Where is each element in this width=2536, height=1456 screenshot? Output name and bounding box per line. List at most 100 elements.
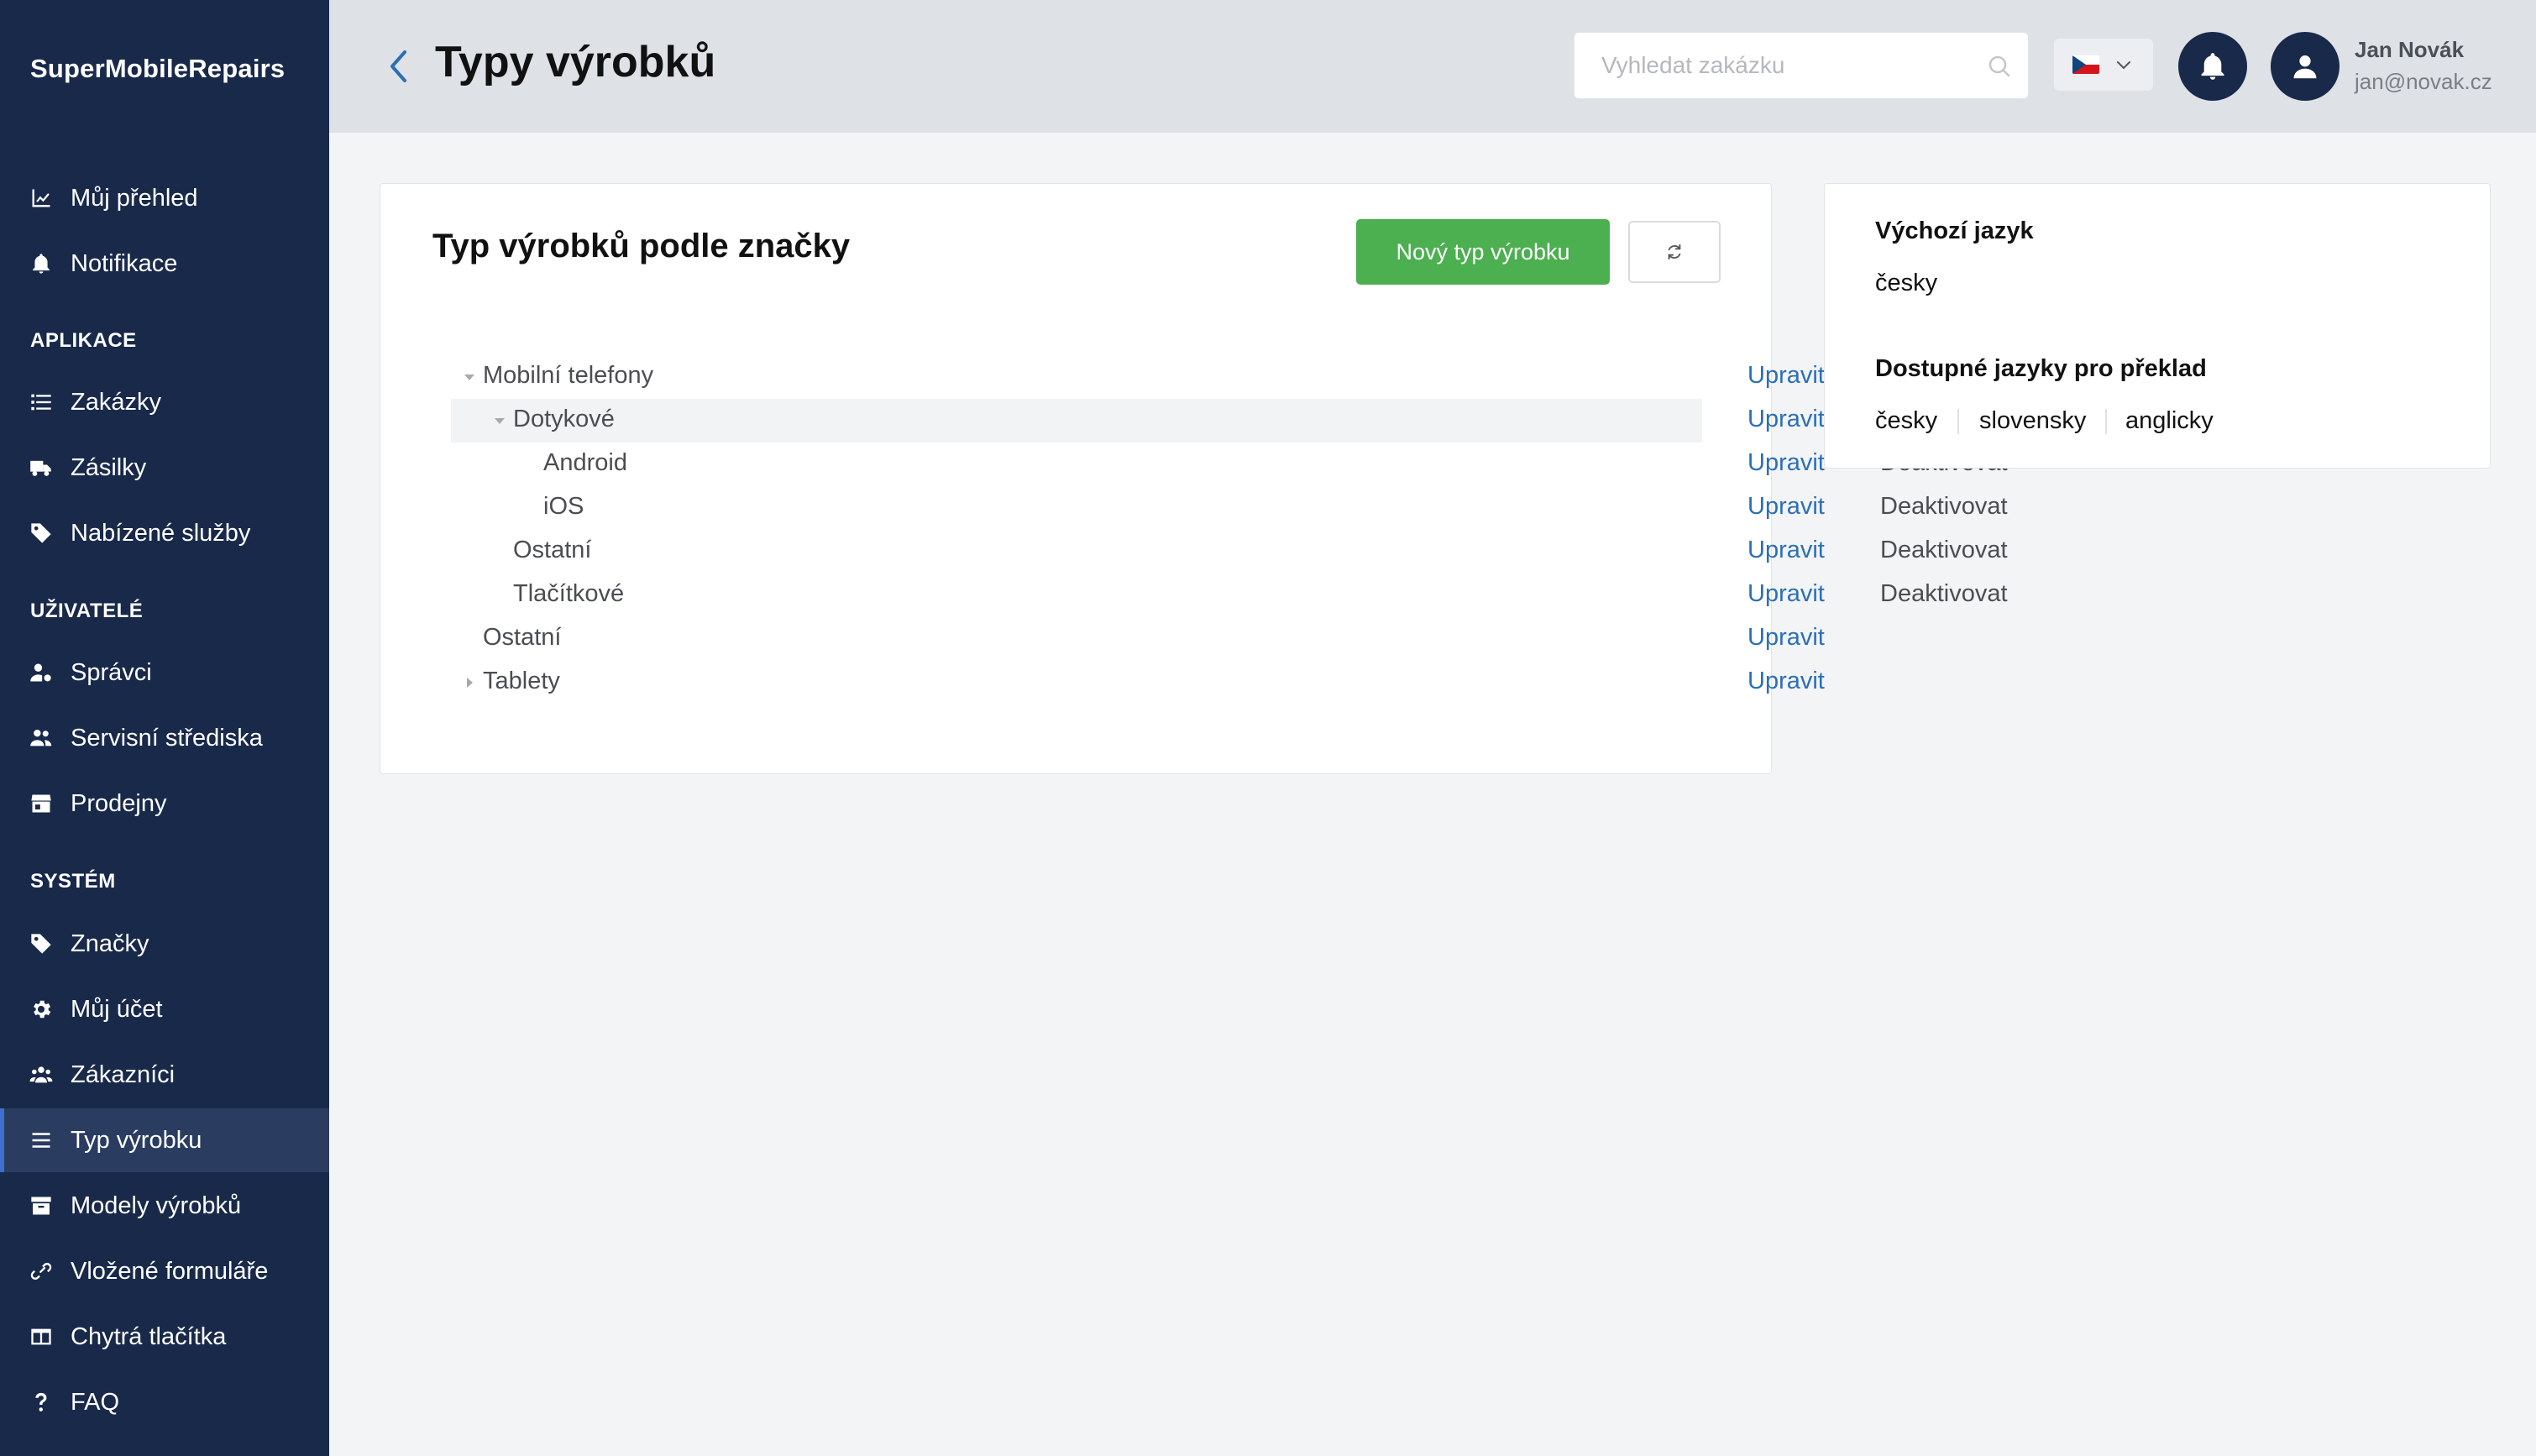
- search-box: [1574, 32, 2029, 99]
- sidebar-item-label: Typ výrobku: [71, 1126, 202, 1154]
- card-title: Typ výrobků podle značky: [432, 228, 851, 264]
- tree-row[interactable]: Ostatní: [451, 617, 1702, 661]
- available-languages-title: Dostupné jazyky pro překlad: [1875, 355, 2207, 382]
- refresh-button[interactable]: [1628, 221, 1721, 283]
- tree-row[interactable]: Android: [451, 443, 1702, 486]
- language-item: slovensky: [1979, 407, 2087, 434]
- edit-link[interactable]: Upravit: [1747, 580, 1825, 608]
- new-product-type-button[interactable]: Nový typ výrobku: [1356, 219, 1610, 285]
- user-avatar-button[interactable]: [2271, 32, 2340, 101]
- default-language-value: česky: [1875, 270, 1938, 296]
- sidebar-item-faq[interactable]: FAQ: [0, 1370, 329, 1434]
- edit-link[interactable]: Upravit: [1747, 493, 1825, 521]
- tree-row[interactable]: Tlačítkové: [451, 573, 1702, 617]
- languages-card: Výchozí jazyk česky Dostupné jazyky pro …: [1824, 183, 2491, 469]
- gear-icon: [29, 997, 54, 1022]
- product-types-card: Typ výrobků podle značky Nový typ výrobk…: [380, 183, 2008, 774]
- edit-link[interactable]: Upravit: [1747, 406, 1825, 433]
- sidebar-item-label: Zásilky: [71, 453, 147, 481]
- sidebar-item-typ-vyrobku[interactable]: Typ výrobku: [0, 1108, 329, 1172]
- sidebar-item-label: Vložené formuláře: [71, 1257, 269, 1285]
- table-icon: [29, 1324, 54, 1349]
- divider: [2105, 409, 2107, 434]
- archive-icon: [29, 1193, 54, 1218]
- tree-row[interactable]: Dotykové: [451, 399, 1702, 443]
- caret-down-icon[interactable]: [491, 412, 508, 429]
- tree-item-label: Ostatní: [513, 537, 592, 563]
- chevron-down-icon: [2117, 61, 2130, 70]
- bell-icon: [2201, 53, 2224, 80]
- sidebar-item-modely-vyrobku[interactable]: Modely výrobků: [0, 1174, 329, 1238]
- sidebar-item-label: Nabízené služby: [71, 519, 251, 547]
- back-button[interactable]: [383, 47, 413, 86]
- sidebar-item-prodejny[interactable]: Prodejny: [0, 772, 329, 835]
- sidebar: SuperMobileRepairs Můj přehled Notifikace…: [0, 0, 329, 1456]
- tag-icon: [29, 931, 54, 956]
- sidebar-item-label: Notifikace: [71, 249, 178, 277]
- search-input[interactable]: [1575, 33, 1978, 98]
- search-icon[interactable]: [1986, 53, 2013, 80]
- tree-row[interactable]: Tablety: [451, 661, 1702, 704]
- sidebar-item-chytra-tlacitka[interactable]: Chytrá tlačítka: [0, 1305, 329, 1369]
- tree-row[interactable]: iOS: [451, 486, 1702, 530]
- caret-right-icon[interactable]: [461, 674, 478, 691]
- menu-icon: [29, 1128, 54, 1153]
- users-group-icon: [29, 1062, 54, 1087]
- question-icon: [29, 1390, 54, 1415]
- chevron-left-icon: [390, 50, 406, 82]
- sidebar-item-nabizene-sluzby[interactable]: Nabízené služby: [0, 501, 329, 565]
- sidebar-item-vlozene-formulare[interactable]: Vložené formuláře: [0, 1239, 329, 1303]
- sidebar-item-zakazky[interactable]: Zakázky: [0, 370, 329, 434]
- sidebar-item-muj-prehled[interactable]: Můj přehled: [0, 166, 329, 230]
- edit-link[interactable]: Upravit: [1747, 449, 1825, 477]
- sidebar-item-zakaznici[interactable]: Zákazníci: [0, 1043, 329, 1107]
- tree-item-label: Dotykové: [513, 406, 615, 432]
- sidebar-item-spravci[interactable]: Správci: [0, 641, 329, 704]
- sidebar-item-label: Zákazníci: [71, 1061, 176, 1088]
- refresh-icon: [1668, 244, 1681, 260]
- sidebar-item-label: Prodejny: [71, 789, 167, 817]
- tree-row[interactable]: Ostatní: [451, 530, 1702, 573]
- tree-item-label: Tablety: [483, 668, 560, 694]
- tree-row[interactable]: Mobilní telefony: [451, 355, 1702, 399]
- language-item: česky: [1875, 407, 1938, 434]
- edit-link[interactable]: Upravit: [1747, 668, 1825, 695]
- edit-link[interactable]: Upravit: [1747, 537, 1825, 564]
- sidebar-item-znacky[interactable]: Značky: [0, 912, 329, 976]
- edit-link[interactable]: Upravit: [1747, 362, 1825, 390]
- user-name[interactable]: Jan Novák: [2355, 37, 2464, 63]
- sidebar-item-label: Můj přehled: [71, 184, 198, 212]
- deactivate-link[interactable]: Deaktivovat: [1880, 537, 2008, 564]
- sidebar-item-notifikace[interactable]: Notifikace: [0, 232, 329, 296]
- brand-logo[interactable]: SuperMobileRepairs: [30, 54, 285, 84]
- app-root: SuperMobileRepairs Můj přehled Notifikace…: [0, 0, 2536, 1456]
- bell-icon: [29, 251, 54, 276]
- sidebar-item-zasilky[interactable]: Zásilky: [0, 436, 329, 500]
- users-icon: [29, 725, 54, 751]
- tree-item-label: Android: [543, 449, 627, 476]
- czech-flag-icon: [2072, 55, 2099, 74]
- sidebar-item-label: Značky: [71, 930, 149, 957]
- sidebar-item-muj-ucet[interactable]: Můj účet: [0, 977, 329, 1041]
- sidebar-item-label: Správci: [71, 658, 152, 686]
- chart-line-icon: [29, 186, 54, 211]
- deactivate-link[interactable]: Deaktivovat: [1880, 493, 2008, 521]
- sidebar-item-label: FAQ: [71, 1388, 120, 1416]
- tree-item-label: Mobilní telefony: [483, 362, 654, 389]
- caret-down-icon[interactable]: [461, 369, 478, 385]
- user-icon: [2293, 55, 2317, 79]
- user-cog-icon: [29, 660, 54, 685]
- sidebar-item-servisni-strediska[interactable]: Servisní střediska: [0, 706, 329, 770]
- sidebar-item-label: Zakázky: [71, 388, 161, 416]
- sidebar-section-title: APLIKACE: [30, 329, 137, 352]
- tree-item-label: iOS: [543, 493, 584, 520]
- notifications-button[interactable]: [2178, 32, 2247, 101]
- tree-item-label: Tlačítkové: [513, 580, 625, 607]
- language-select[interactable]: [2054, 39, 2153, 91]
- deactivate-link[interactable]: Deaktivovat: [1880, 580, 2008, 608]
- edit-link[interactable]: Upravit: [1747, 624, 1825, 652]
- sidebar-item-label: Modely výrobků: [71, 1192, 242, 1219]
- sidebar-item-label: Servisní střediska: [71, 724, 263, 752]
- page-title: Typy výrobků: [435, 38, 716, 86]
- sidebar-section-title: SYSTÉM: [30, 870, 116, 893]
